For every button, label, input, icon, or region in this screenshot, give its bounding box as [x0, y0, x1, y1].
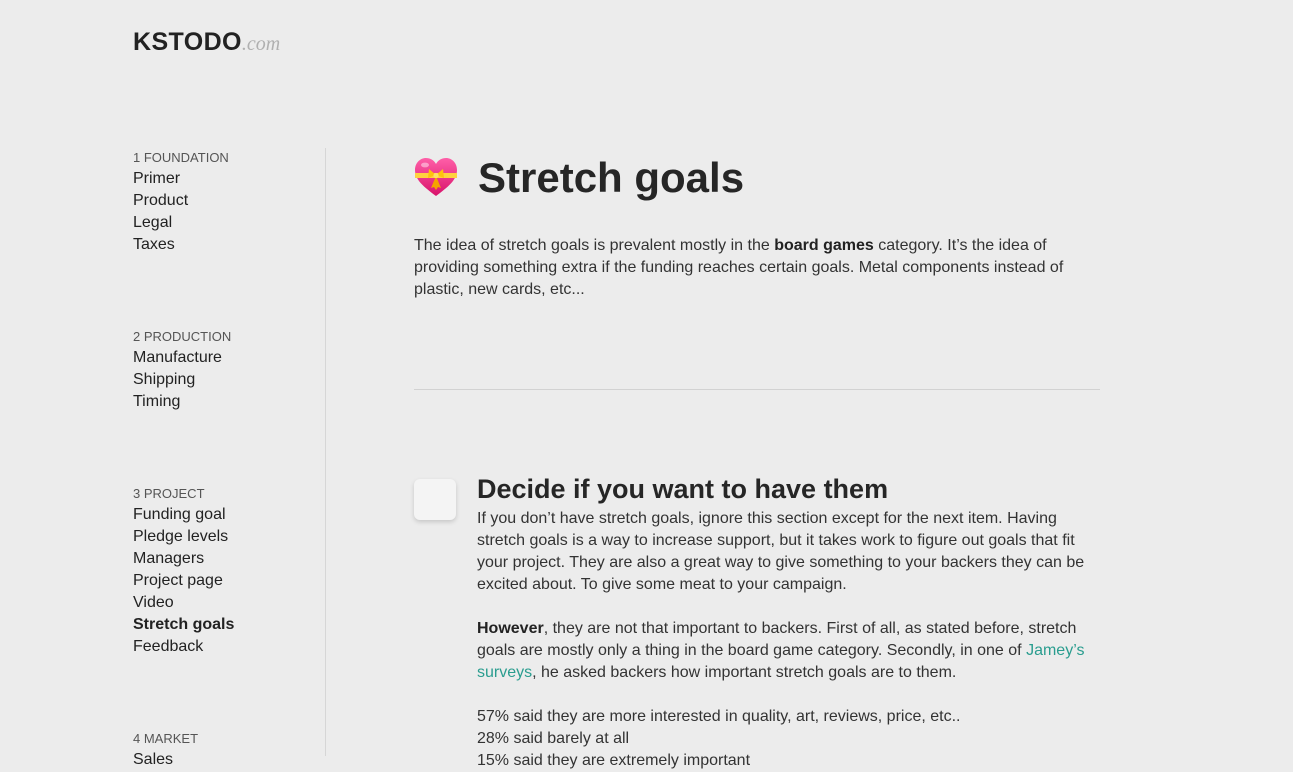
nav-heading: 1 FOUNDATION: [133, 150, 229, 165]
task-paragraph: If you don’t have stretch goals, ignore …: [477, 510, 1085, 593]
nav-item-product[interactable]: Product: [133, 190, 229, 212]
task-checkbox[interactable]: [414, 479, 456, 520]
intro-text: The idea of stretch goals is prevalent m…: [414, 237, 775, 254]
nav-section-project: 3 PROJECT Funding goal Pledge levels Man…: [133, 485, 234, 658]
sidebar-divider: [325, 148, 326, 756]
nav-heading: 2 PRODUCTION: [133, 329, 232, 344]
nav-item-sales[interactable]: Sales: [133, 749, 198, 771]
nav-item-stretch-goals[interactable]: Stretch goals: [133, 614, 234, 636]
nav-item-feedback[interactable]: Feedback: [133, 636, 234, 658]
stat-line: 57% said they are more interested in qua…: [477, 708, 961, 725]
nav-item-legal[interactable]: Legal: [133, 212, 229, 234]
nav-section-market: 4 MARKET Sales: [133, 730, 198, 771]
task-title: Decide if you want to have them: [477, 474, 889, 504]
nav-item-timing[interactable]: Timing: [133, 391, 231, 413]
nav-heading: 4 MARKET: [133, 731, 199, 746]
task-paragraph: However, they are not that important to …: [477, 618, 1097, 684]
nav-heading: 3 PROJECT: [133, 486, 205, 501]
paragraph-text: , they are not that important to backers…: [477, 620, 1077, 659]
site-logo[interactable]: KSTODO.com: [133, 28, 280, 57]
section-divider: [414, 389, 1100, 390]
logo-wordmark: KSTODO: [133, 28, 242, 56]
nav-item-funding-goal[interactable]: Funding goal: [133, 504, 234, 526]
stat-line: 28% said barely at all: [477, 730, 630, 747]
nav-item-primer[interactable]: Primer: [133, 168, 229, 190]
nav-section-foundation: 1 FOUNDATION Primer Product Legal Taxes: [133, 149, 229, 256]
nav-item-video[interactable]: Video: [133, 592, 234, 614]
intro-paragraph: The idea of stretch goals is prevalent m…: [414, 235, 1104, 301]
sparkling-heart-with-ribbon-icon: [415, 158, 457, 196]
paragraph-text: , he asked backers how important stretch…: [532, 664, 957, 681]
survey-stats: 57% said they are more interested in qua…: [477, 706, 1097, 772]
stat-line: 15% said they are extremely important: [477, 752, 751, 769]
logo-domain: .com: [241, 33, 281, 55]
intro-bold-text: board games: [774, 237, 874, 254]
nav-item-project-page[interactable]: Project page: [133, 570, 234, 592]
nav-item-managers[interactable]: Managers: [133, 548, 234, 570]
emphasis-text: However: [477, 620, 544, 637]
page-header: Stretch goals: [414, 150, 744, 206]
nav-item-pledge-levels[interactable]: Pledge levels: [133, 526, 234, 548]
nav-item-taxes[interactable]: Taxes: [133, 234, 229, 256]
page-title: Stretch goals: [478, 154, 745, 201]
nav-item-manufacture[interactable]: Manufacture: [133, 347, 231, 369]
nav-section-production: 2 PRODUCTION Manufacture Shipping Timing: [133, 328, 231, 413]
nav-item-shipping[interactable]: Shipping: [133, 369, 231, 391]
